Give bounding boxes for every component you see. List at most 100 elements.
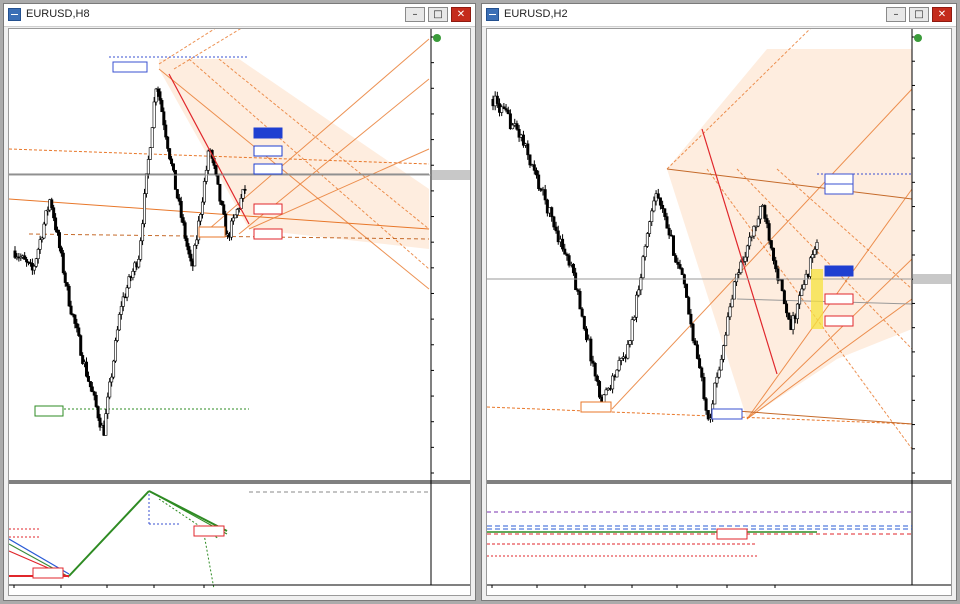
candle-body	[67, 285, 71, 307]
chart-icon	[8, 8, 21, 21]
candle-body	[229, 220, 233, 238]
chart-window-h8[interactable]: EURUSD,H8 – □ ✕	[3, 3, 476, 601]
candle-body	[218, 183, 222, 202]
candle-body	[195, 239, 199, 246]
candle-body	[160, 100, 164, 113]
candle-body	[59, 247, 63, 254]
candle-body	[676, 261, 680, 265]
candle-body	[578, 291, 582, 310]
candle-body	[171, 163, 175, 171]
candle-body	[643, 246, 647, 258]
candle-body	[166, 136, 170, 149]
candle-body	[782, 290, 786, 305]
candle-body	[142, 193, 146, 225]
candle-body	[663, 208, 667, 217]
candle-body	[511, 124, 515, 130]
candle-body	[144, 173, 148, 194]
candle-body	[811, 254, 815, 259]
candle-body	[815, 242, 819, 250]
candle-body	[680, 268, 684, 275]
chart-canvas-h8[interactable]	[9, 29, 471, 596]
price-box	[34, 405, 64, 417]
candle-body	[162, 111, 166, 126]
candle-body	[179, 200, 183, 218]
candle-body	[593, 362, 597, 377]
candle-body	[776, 268, 780, 281]
price-box	[580, 401, 612, 413]
candle-body	[667, 227, 671, 236]
candle-body	[173, 169, 177, 190]
candle-body	[665, 216, 669, 229]
candle-body	[591, 360, 595, 364]
candle-body	[787, 312, 791, 320]
candle-body	[635, 294, 639, 318]
candle-body	[652, 200, 656, 212]
candle-body	[611, 375, 615, 390]
candle-body	[767, 223, 771, 241]
candle-body	[726, 316, 730, 336]
chart-area[interactable]	[8, 28, 471, 596]
candle-body	[550, 207, 554, 218]
candle-body	[141, 223, 145, 242]
candle-body	[50, 199, 54, 209]
candle-body	[86, 375, 90, 382]
fan-ray-0	[158, 29, 216, 65]
candle-body	[687, 297, 691, 315]
candle-body	[678, 264, 682, 269]
chart-area[interactable]	[486, 28, 952, 596]
price-box	[824, 315, 854, 327]
candle-body	[152, 101, 156, 128]
sub-line-3	[68, 490, 150, 577]
close-button[interactable]: ✕	[451, 7, 471, 22]
minimize-button[interactable]: –	[405, 7, 425, 22]
window-titlebar[interactable]: EURUSD,H8 – □ ✕	[4, 4, 475, 27]
candle-body	[206, 150, 210, 171]
candle-body	[235, 208, 239, 216]
candle-body	[114, 340, 118, 362]
candle-body	[193, 244, 197, 267]
candle-body	[52, 207, 56, 219]
candle-body	[106, 396, 110, 414]
maximize-button[interactable]: □	[909, 7, 929, 22]
candle-body	[717, 369, 721, 378]
candle-body	[204, 169, 208, 182]
candle-body	[800, 288, 804, 296]
candle-body	[243, 188, 247, 191]
candle-body	[656, 193, 660, 199]
maximize-button[interactable]: □	[428, 7, 448, 22]
candle-body	[177, 197, 181, 202]
candle-body	[181, 217, 185, 223]
candle-body	[626, 344, 630, 359]
candle-body	[233, 214, 237, 219]
candle-body	[632, 316, 636, 321]
sub-price-box	[193, 525, 225, 537]
candle-body	[146, 159, 150, 175]
candle-body	[185, 238, 189, 247]
candle-body	[137, 259, 141, 268]
window-titlebar[interactable]: EURUSD,H2 – □ ✕	[482, 4, 956, 27]
candle-body	[628, 340, 632, 345]
candle-body	[650, 210, 654, 222]
chart-canvas-h2[interactable]	[487, 29, 952, 596]
candle-body	[691, 323, 695, 342]
candle-body	[108, 381, 112, 398]
indicator-status-icon	[433, 34, 441, 42]
candle-body	[92, 391, 96, 396]
minimize-button[interactable]: –	[886, 7, 906, 22]
price-box	[253, 145, 283, 157]
candle-body	[758, 206, 762, 220]
candle-body	[112, 360, 116, 378]
close-button[interactable]: ✕	[932, 7, 952, 22]
candle-body	[158, 91, 162, 101]
candle-body	[79, 335, 83, 356]
candle-body	[752, 225, 756, 237]
candle-body	[785, 303, 789, 314]
candle-body	[96, 406, 100, 419]
candle-body	[617, 360, 621, 371]
candle-body	[200, 201, 204, 215]
candle-body	[139, 240, 143, 260]
chart-window-h2[interactable]: EURUSD,H2 – □ ✕	[481, 3, 957, 601]
candle-body	[170, 158, 174, 165]
window-title: EURUSD,H8	[26, 8, 90, 20]
candle-body	[645, 233, 649, 247]
